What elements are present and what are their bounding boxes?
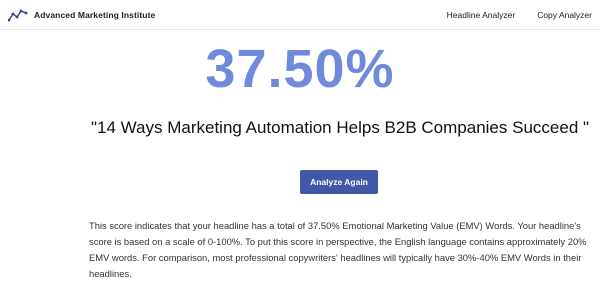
trend-chart-logo-icon	[8, 9, 28, 22]
score-description: This score indicates that your headline …	[89, 220, 587, 279]
top-navbar: Advanced Marketing Institute Headline An…	[0, 0, 600, 30]
analyzed-headline: "14 Ways Marketing Automation Helps B2B …	[90, 118, 590, 137]
nav-links: Headline Analyzer Copy Analyzer	[447, 10, 592, 20]
nav-link-headline-analyzer[interactable]: Headline Analyzer	[447, 10, 516, 20]
brand-name: Advanced Marketing Institute	[34, 10, 156, 20]
analyze-again-button[interactable]: Analyze Again	[300, 170, 378, 194]
emv-score: 37.50%	[205, 39, 395, 99]
brand[interactable]: Advanced Marketing Institute	[8, 8, 155, 22]
nav-link-copy-analyzer[interactable]: Copy Analyzer	[537, 10, 592, 20]
